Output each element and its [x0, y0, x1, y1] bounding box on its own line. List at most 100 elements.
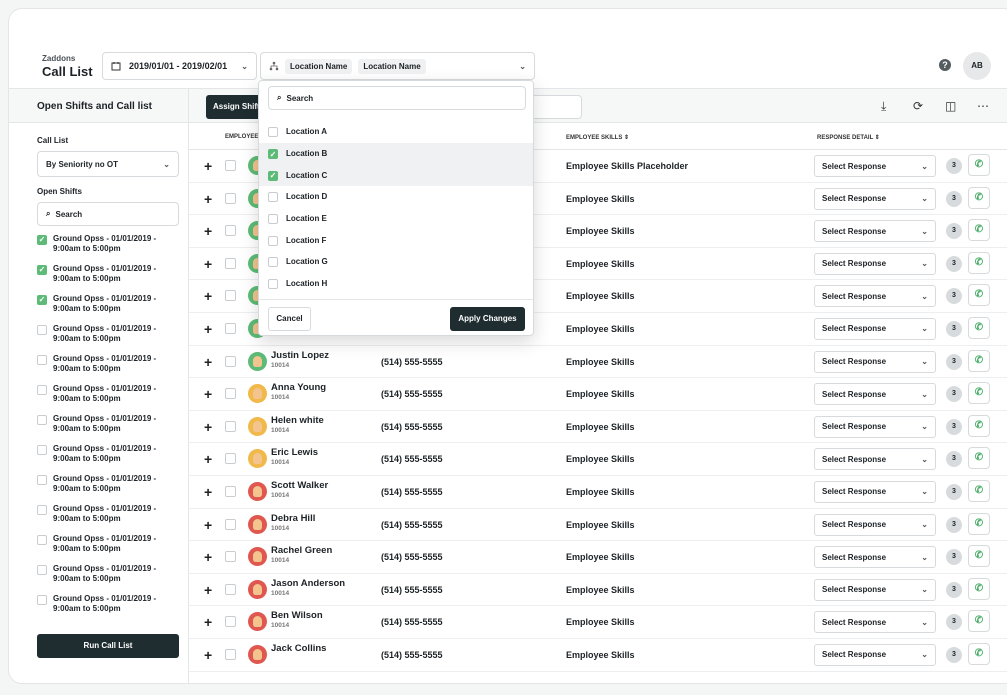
response-select[interactable]: Select Response ⌄	[814, 611, 936, 634]
expand-icon[interactable]: +	[204, 288, 212, 304]
expand-icon[interactable]: +	[204, 647, 212, 663]
shift-item[interactable]: Ground Opss - 01/01/2019 -9:00am to 5:00…	[37, 444, 188, 474]
call-icon[interactable]: ✆	[968, 545, 990, 568]
call-icon[interactable]: ✆	[968, 642, 990, 665]
call-icon[interactable]: ✆	[968, 251, 990, 274]
expand-icon[interactable]: +	[204, 549, 212, 565]
location-option[interactable]: ✓ Location B	[259, 142, 533, 165]
response-select[interactable]: Select Response ⌄	[814, 350, 936, 373]
response-select[interactable]: Select Response ⌄	[814, 643, 936, 666]
call-icon[interactable]: ✆	[968, 382, 990, 405]
column-skills[interactable]: EMPLOYEE SKILLS ⇕	[566, 134, 629, 141]
more-icon[interactable]: ⋯	[977, 99, 989, 113]
location-checkbox[interactable]: ✓	[268, 149, 278, 160]
shift-checkbox[interactable]	[37, 535, 47, 545]
location-option[interactable]: Location A	[259, 121, 533, 143]
response-select[interactable]: Select Response ⌄	[814, 448, 936, 471]
row-checkbox[interactable]	[225, 518, 236, 530]
columns-icon[interactable]: ◫	[945, 99, 956, 113]
location-checkbox[interactable]	[268, 235, 278, 246]
response-select[interactable]: Select Response ⌄	[814, 285, 936, 308]
shift-checkbox[interactable]: ✓	[37, 235, 47, 245]
expand-icon[interactable]: +	[204, 256, 212, 272]
response-select[interactable]: Select Response ⌄	[814, 578, 936, 601]
location-option[interactable]: Location G	[259, 251, 533, 273]
call-icon[interactable]: ✆	[968, 577, 990, 600]
row-checkbox[interactable]	[225, 420, 236, 432]
response-select[interactable]: Select Response ⌄	[814, 155, 936, 177]
call-icon[interactable]: ✆	[968, 316, 990, 339]
response-select[interactable]: Select Response ⌄	[814, 546, 936, 569]
shift-item[interactable]: Ground Opss - 01/01/2019 -9:00am to 5:00…	[37, 354, 188, 384]
location-checkbox[interactable]: ✓	[268, 170, 278, 181]
row-checkbox[interactable]	[225, 160, 236, 171]
shift-checkbox[interactable]: ✓	[37, 265, 47, 275]
expand-icon[interactable]: +	[204, 451, 212, 467]
row-checkbox[interactable]	[225, 583, 236, 595]
response-select[interactable]: Select Response ⌄	[814, 220, 936, 243]
expand-icon[interactable]: +	[204, 158, 212, 174]
row-checkbox[interactable]	[225, 355, 236, 367]
download-icon[interactable]: ⤓	[881, 99, 886, 114]
column-response[interactable]: RESPONSE DETAIL ⇕	[817, 134, 880, 141]
call-icon[interactable]: ✆	[968, 414, 990, 437]
user-avatar[interactable]: AB	[963, 52, 991, 80]
call-icon[interactable]: ✆	[968, 154, 990, 176]
location-filter[interactable]: Location Name Location Name ⌄	[260, 52, 535, 80]
response-select[interactable]: Select Response ⌄	[814, 252, 936, 275]
expand-icon[interactable]: +	[204, 582, 212, 598]
call-icon[interactable]: ✆	[968, 349, 990, 372]
shift-checkbox[interactable]	[37, 565, 47, 575]
row-checkbox[interactable]	[225, 453, 236, 465]
shift-checkbox[interactable]: ✓	[37, 295, 47, 305]
shift-checkbox[interactable]	[37, 355, 47, 365]
shift-item[interactable]: Ground Opss - 01/01/2019 -9:00am to 5:00…	[37, 384, 188, 414]
location-option[interactable]: Location H	[259, 273, 533, 295]
row-checkbox[interactable]	[225, 257, 236, 269]
row-checkbox[interactable]	[225, 290, 236, 302]
refresh-icon[interactable]: ⟳	[913, 99, 923, 113]
location-checkbox[interactable]	[268, 257, 278, 268]
location-chip[interactable]: Location Name	[285, 58, 353, 74]
location-checkbox[interactable]	[268, 279, 278, 290]
shift-checkbox[interactable]	[37, 505, 47, 515]
toolbar-search-input[interactable]	[534, 95, 582, 119]
shift-checkbox[interactable]	[37, 475, 47, 485]
row-checkbox[interactable]	[225, 551, 236, 563]
call-icon[interactable]: ✆	[968, 284, 990, 307]
expand-icon[interactable]: +	[204, 386, 212, 402]
shift-checkbox[interactable]	[37, 385, 47, 395]
shift-checkbox[interactable]	[37, 415, 47, 425]
row-checkbox[interactable]	[225, 322, 236, 334]
shift-item[interactable]: Ground Opss - 01/01/2019 -9:00am to 5:00…	[37, 474, 188, 504]
call-icon[interactable]: ✆	[968, 479, 990, 502]
call-icon[interactable]: ✆	[968, 512, 990, 535]
call-icon[interactable]: ✆	[968, 610, 990, 633]
location-chip[interactable]: Location Name	[358, 58, 426, 74]
shift-checkbox[interactable]	[37, 445, 47, 455]
expand-icon[interactable]: +	[204, 484, 212, 500]
response-select[interactable]: Select Response ⌄	[814, 480, 936, 503]
location-search-input[interactable]: ⌕ Search	[268, 86, 526, 110]
expand-icon[interactable]: +	[204, 354, 212, 370]
expand-icon[interactable]: +	[204, 517, 212, 533]
response-select[interactable]: Select Response ⌄	[814, 383, 936, 406]
row-checkbox[interactable]	[225, 192, 236, 204]
location-option[interactable]: Location D	[259, 186, 533, 208]
call-icon[interactable]: ✆	[968, 447, 990, 470]
row-checkbox[interactable]	[225, 648, 236, 660]
response-select[interactable]: Select Response ⌄	[814, 187, 936, 210]
location-option[interactable]: Location E	[259, 208, 533, 230]
expand-icon[interactable]: +	[204, 614, 212, 630]
cancel-button[interactable]: Cancel	[268, 307, 311, 331]
apply-changes-button[interactable]: Apply Changes	[450, 307, 525, 331]
run-call-list-button[interactable]: Run Call List	[37, 634, 179, 658]
date-range-picker[interactable]: 2019/01/01 - 2019/02/01 ⌄	[102, 52, 257, 80]
call-icon[interactable]: ✆	[968, 219, 990, 242]
shift-item[interactable]: Ground Opss - 01/01/2019 -9:00am to 5:00…	[37, 564, 188, 594]
shift-search-input[interactable]: ⌕ Search	[37, 202, 179, 226]
response-select[interactable]: Select Response ⌄	[814, 513, 936, 536]
expand-icon[interactable]: +	[204, 419, 212, 435]
shift-item[interactable]: Ground Opss - 01/01/2019 -9:00am to 5:00…	[37, 414, 188, 444]
call-list-select[interactable]: By Seniority no OT ⌄	[37, 151, 179, 177]
